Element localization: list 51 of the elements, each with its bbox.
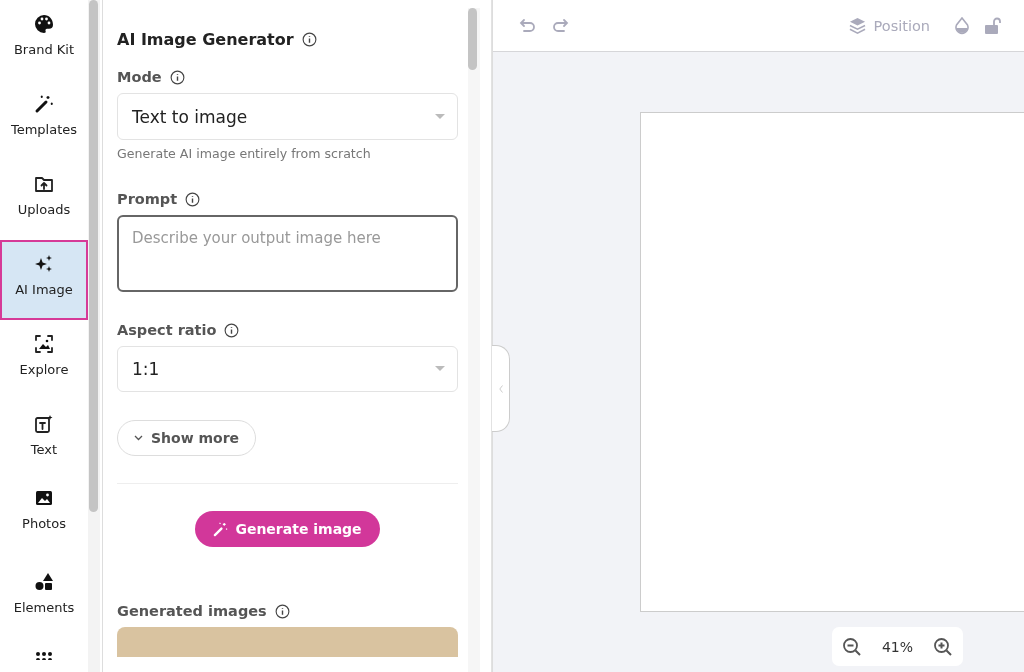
dropdown-caret-icon xyxy=(435,366,445,372)
sidebar-item[interactable]: Photos xyxy=(0,474,88,558)
upload-folder-icon xyxy=(34,174,54,194)
framed-image-icon xyxy=(34,334,54,354)
info-icon[interactable] xyxy=(185,191,201,207)
mode-dropdown[interactable]: Text to image xyxy=(117,93,458,140)
collapse-panel-tab[interactable] xyxy=(492,345,510,432)
generate-image-button[interactable]: Generate image xyxy=(195,511,380,547)
info-icon[interactable] xyxy=(169,69,185,85)
section-label: Generated images xyxy=(117,603,267,619)
sidebar-item[interactable]: Elements xyxy=(0,558,88,638)
sidebar-item[interactable]: AI Image xyxy=(0,240,88,320)
show-more-button[interactable]: Show more xyxy=(117,420,257,456)
info-icon[interactable] xyxy=(274,603,290,619)
scrollbar-thumb[interactable] xyxy=(468,8,477,70)
sidebar-item[interactable]: Uploads xyxy=(0,160,88,240)
panel-title: AI Image Generator xyxy=(117,30,294,49)
dropdown-caret-icon xyxy=(435,113,445,120)
magic-wand-icon xyxy=(34,94,54,114)
magic-wand-icon xyxy=(213,521,229,537)
apps-grid-icon[interactable] xyxy=(35,652,53,660)
palette-icon xyxy=(34,14,54,34)
layers-icon xyxy=(848,17,866,34)
sidebar-item[interactable]: Templates xyxy=(0,80,88,160)
info-icon[interactable] xyxy=(301,32,317,47)
zoom-in-icon[interactable] xyxy=(933,636,953,657)
aspect-ratio-dropdown[interactable]: 1:1 xyxy=(117,346,458,392)
sidebar-item[interactable]: Explore xyxy=(0,320,88,400)
unlocked-lock-icon[interactable] xyxy=(984,16,1002,35)
sidebar-item[interactable]: Brand Kit xyxy=(0,0,88,80)
prompt-field[interactable]: Describe your output image here xyxy=(117,215,458,292)
sidebar-item[interactable]: Text xyxy=(0,400,88,474)
field-label: Aspect ratio xyxy=(117,322,217,338)
scrollbar-thumb[interactable] xyxy=(89,0,98,512)
chevron-down-icon xyxy=(134,435,143,441)
text-add-icon xyxy=(34,414,54,434)
redo-icon[interactable] xyxy=(551,17,569,34)
chevron-left-icon xyxy=(498,384,503,393)
zoom-level: 41% xyxy=(881,638,914,655)
sparkles-icon xyxy=(34,254,54,274)
info-icon[interactable] xyxy=(224,322,240,338)
undo-icon[interactable] xyxy=(519,17,537,34)
scrollbar[interactable] xyxy=(88,0,100,672)
field-label: Prompt xyxy=(117,191,178,207)
image-icon xyxy=(34,488,54,508)
scrollbar[interactable] xyxy=(468,8,480,672)
helper-text: Generate AI image entirely from scratch xyxy=(117,146,372,161)
field-label: Mode xyxy=(117,69,162,85)
zoom-out-icon[interactable] xyxy=(841,636,862,657)
opacity-drop-icon[interactable] xyxy=(954,16,970,35)
shapes-icon xyxy=(34,572,54,592)
